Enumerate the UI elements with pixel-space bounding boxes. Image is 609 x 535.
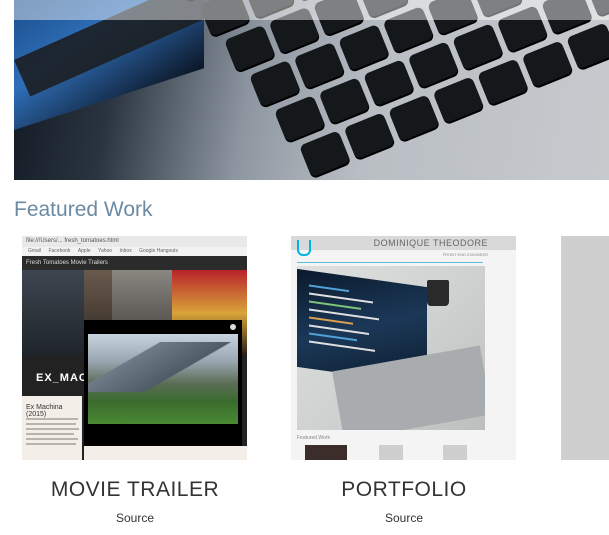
keyboard-key: [249, 59, 301, 108]
page-header: Fresh Tomatoes Movie Trailers: [22, 256, 247, 270]
keyboard-key: [407, 41, 460, 89]
close-icon: [230, 324, 236, 330]
source-link-portfolio[interactable]: Source: [284, 511, 524, 525]
keyboard-keys: [174, 0, 609, 180]
keyboard-key: [224, 24, 276, 72]
portfolio-name: DOMINIQUE THEODORE: [373, 238, 488, 248]
featured-label: Featured Work: [297, 435, 330, 441]
coffee-mug: [427, 280, 449, 306]
text-line: [26, 428, 79, 430]
keyboard-key: [432, 76, 485, 124]
keyboard-key: [388, 94, 440, 142]
header-divider: [297, 262, 483, 263]
text-line: [26, 443, 76, 445]
keyboard-key: [566, 22, 609, 70]
browser-url-bar: file:///Users/... fresh_tomatoes.html: [22, 236, 247, 247]
movie-poster: [22, 270, 84, 356]
text-line: [26, 433, 74, 435]
project-title-movie-trailer: MOVIE TRAILER: [50, 478, 220, 501]
project-thumbnail-next[interactable]: [561, 236, 609, 460]
movie-description-bottom: [84, 446, 247, 460]
hero-keyboard-image: [14, 0, 609, 180]
bookmark: Inbox: [119, 248, 132, 254]
keyboard-key: [318, 77, 371, 125]
keyboard-key: [343, 112, 396, 160]
keyboard-key: [338, 23, 390, 72]
project-title-portfolio: PORTFOLIO: [341, 478, 467, 501]
trailer-modal: [84, 320, 242, 446]
code-line: [309, 316, 353, 325]
text-line: [26, 418, 78, 420]
text-line: [26, 438, 78, 440]
code-line: [309, 332, 357, 342]
portfolio-hero-photo: [297, 266, 485, 430]
keyboard-key: [299, 130, 351, 178]
bookmark: Yahoo: [98, 248, 113, 254]
keyboard-key: [452, 23, 504, 71]
mountain-shape: [88, 342, 238, 392]
project-thumbnail-portfolio[interactable]: DOMINIQUE THEODORE FRONT END ENGINEER Fe…: [291, 236, 516, 460]
section-title: Featured Work: [14, 198, 153, 221]
bookmark: Gmail: [28, 248, 42, 254]
mini-thumbnail: [379, 445, 403, 460]
bookmark: Facebook: [48, 248, 71, 254]
portfolio-subtitle: FRONT END ENGINEER: [442, 252, 488, 257]
bookmark: Apple: [77, 248, 91, 254]
movie-description: Ex Machina (2015): [22, 396, 82, 460]
keyboard-key: [274, 95, 326, 143]
source-link-movie-trailer[interactable]: Source: [15, 511, 255, 525]
text-line: [26, 423, 76, 425]
keyboard-key: [293, 41, 346, 90]
keyboard-key: [363, 59, 415, 107]
movie-detail-title: Ex Machina (2015): [26, 404, 63, 418]
bookmark: Google Hangouts: [139, 248, 179, 254]
mini-thumbnail: [305, 445, 347, 460]
mini-thumbnail: [443, 445, 467, 460]
code-line: [309, 284, 349, 293]
top-nav-overlay: [14, 0, 609, 20]
browser-bookmarks: Gmail Facebook Apple Yahoo Inbox Google …: [22, 247, 247, 256]
project-thumbnail-movie-trailer[interactable]: file:///Users/... fresh_tomatoes.html Gm…: [22, 236, 247, 460]
udacity-logo-icon: [297, 240, 311, 256]
keyboard-key: [477, 58, 529, 106]
code-line: [309, 340, 375, 352]
keyboard-key: [521, 40, 574, 88]
code-line: [309, 300, 361, 310]
